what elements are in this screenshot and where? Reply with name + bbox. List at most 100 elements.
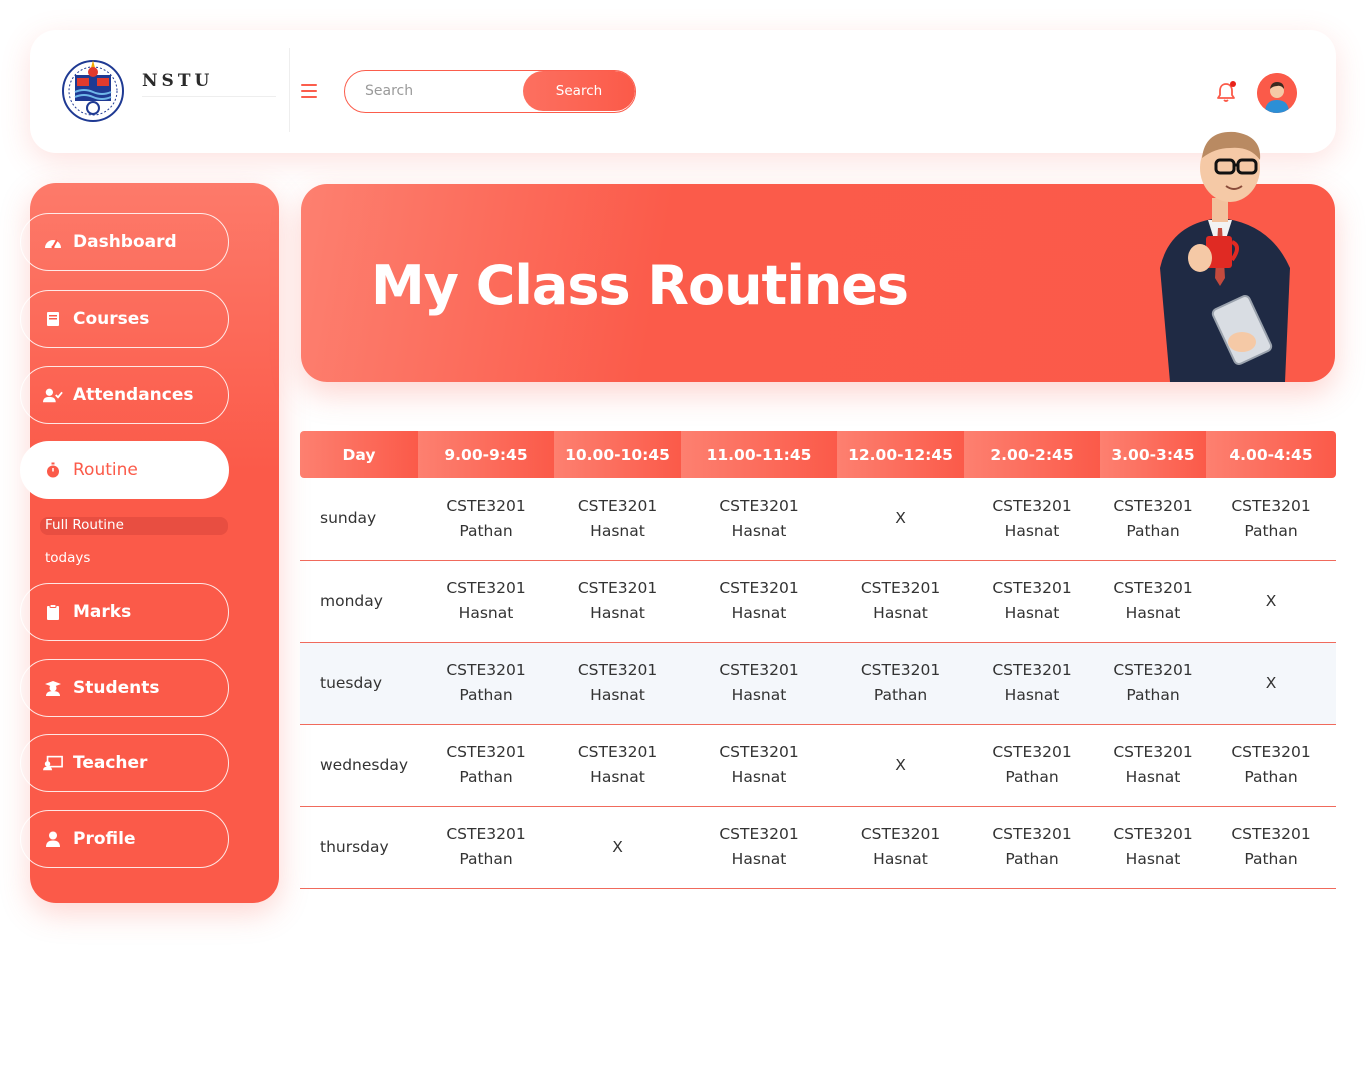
day-cell: wednesday [320,755,408,774]
routine-table-body: sunday CSTE3201 Pathan CSTE3201 Hasnat CSTE32… [300,478,1336,888]
cell-course-code: CSTE3201 [992,579,1072,597]
sidebar-item-teacher[interactable]: Teacher [20,734,229,792]
column-header: 10.00-10:45 [554,431,681,478]
sidebar-subitem-full-routine[interactable]: Full Routine [40,517,228,535]
cell-teacher-name: Hasnat [590,768,645,786]
table-row: monday CSTE3201 Hasnat CSTE3201 Hasnat CSTE32… [300,560,1336,642]
cell-course-code: CSTE3201 [1231,825,1311,843]
cell-teacher-name: Pathan [1244,850,1298,868]
day-cell: tuesday [320,673,383,692]
search-input[interactable] [345,71,525,111]
cell-teacher-name: Pathan [1126,521,1180,540]
cell-course-code: CSTE3201 [1113,496,1193,515]
cell-teacher-name: Hasnat [731,768,787,786]
sidebar-item-courses[interactable]: Courses [20,290,229,348]
cell-teacher-name: Pathan [1126,686,1180,704]
class-cell: CSTE3201 Hasnat [1100,560,1206,642]
column-header: 9.00-9:45 [418,431,554,478]
class-cell: CSTE3201 Hasnat [837,806,964,888]
sidebar-subitem-todays[interactable]: todays [40,550,228,568]
cell-course-code: X [1265,591,1277,610]
column-header: 3.00-3:45 [1100,431,1206,478]
class-cell: CSTE3201 Hasnat [681,724,837,806]
class-cell: CSTE3201 Pathan [1206,724,1336,806]
class-cell: CSTE3201 Pathan [418,478,554,560]
cell-teacher-name: Pathan [873,686,928,704]
column-header: 2.00-2:45 [964,431,1100,478]
day-cell: sunday [320,509,377,528]
cell-course-code: CSTE3201 [1231,496,1311,515]
sidebar-item-label: Routine [73,460,138,480]
sidebar-item-routine[interactable]: Routine [20,441,229,499]
chalkboard-teacher-icon [43,753,63,773]
cell-course-code: CSTE3201 [446,825,526,843]
cell-course-code: CSTE3201 [1231,743,1311,761]
cell-course-code: CSTE3201 [719,743,799,761]
cell-teacher-name: Hasnat [1125,768,1181,786]
cell-teacher-name: Hasnat [1125,850,1181,868]
class-cell: CSTE3201 Hasnat [554,560,681,642]
class-cell: X [1206,560,1336,642]
cell-course-code: CSTE3201 [577,579,658,597]
class-cell: CSTE3201 Pathan [418,724,554,806]
sidebar-item-attendances[interactable]: Attendances [20,366,229,424]
cell-teacher-name: Hasnat [590,521,645,540]
sidebar-item-label: Students [73,678,160,698]
sidebar-item-dashboard[interactable]: Dashboard [20,213,229,271]
cell-course-code: X [612,837,623,856]
class-cell: CSTE3201 Hasnat [681,478,837,560]
table-header-row: Day 9.00-9:45 10.00-10:45 11.00-11:45 12… [300,431,1336,478]
class-cell: CSTE3201 Pathan [418,642,554,724]
cell-teacher-name: Pathan [1005,850,1059,868]
cell-course-code: CSTE3201 [577,661,658,679]
cell-course-code: CSTE3201 [719,661,799,679]
cell-course-code: CSTE3201 [992,496,1072,515]
dashboard-gauge-icon [43,232,63,252]
menu-toggle-icon[interactable] [301,84,317,98]
notification-bell-icon[interactable] [1214,80,1238,104]
class-cell: CSTE3201 Hasnat [681,806,837,888]
cell-course-code: CSTE3201 [719,579,799,597]
cell-teacher-name: Pathan [459,686,513,704]
brand-underline [142,96,276,97]
sidebar-item-label: Dashboard [73,232,177,252]
cell-course-code: CSTE3201 [577,743,658,761]
cell-teacher-name: Hasnat [731,850,787,868]
cell-course-code: CSTE3201 [860,579,941,597]
sidebar-item-label: Teacher [73,753,148,773]
class-cell: CSTE3201 Hasnat [554,724,681,806]
cell-course-code: CSTE3201 [992,825,1072,843]
cell-course-code: CSTE3201 [860,661,941,679]
class-cell: CSTE3201 Hasnat [964,478,1100,560]
cell-teacher-name: Pathan [1244,521,1298,540]
class-cell: CSTE3201 Hasnat [1100,724,1206,806]
sidebar-item-marks[interactable]: Marks [20,583,229,641]
class-cell: CSTE3201 Hasnat [418,560,554,642]
user-avatar[interactable] [1257,73,1297,113]
sidebar-item-students[interactable]: Students [20,659,229,717]
cell-course-code: CSTE3201 [446,496,526,515]
sidebar-item-label: Courses [73,309,150,329]
class-cell: X [1206,642,1336,724]
sidebar-item-label: Marks [73,602,132,622]
cell-teacher-name: Hasnat [1004,604,1060,622]
cell-teacher-name: Hasnat [873,850,928,868]
cell-course-code: CSTE3201 [1113,743,1193,761]
cell-course-code: CSTE3201 [860,825,941,843]
avatar-person-icon [1257,73,1297,113]
user-check-icon [43,385,63,405]
header-divider [289,48,290,132]
graduate-icon [43,678,63,698]
class-cell: CSTE3201 Pathan [418,806,554,888]
class-cell: CSTE3201 Hasnat [837,560,964,642]
column-header: Day [300,431,418,478]
day-cell: thursday [320,837,389,856]
sidebar-item-profile[interactable]: Profile [20,810,229,868]
table-row: sunday CSTE3201 Pathan CSTE3201 Hasnat CSTE32… [300,478,1336,560]
cell-teacher-name: Hasnat [1125,604,1181,622]
search-button[interactable]: Search [523,71,635,111]
cell-course-code: CSTE3201 [719,825,799,843]
book-icon [43,309,63,329]
class-cell: X [554,806,681,888]
class-cell: CSTE3201 Hasnat [1100,806,1206,888]
